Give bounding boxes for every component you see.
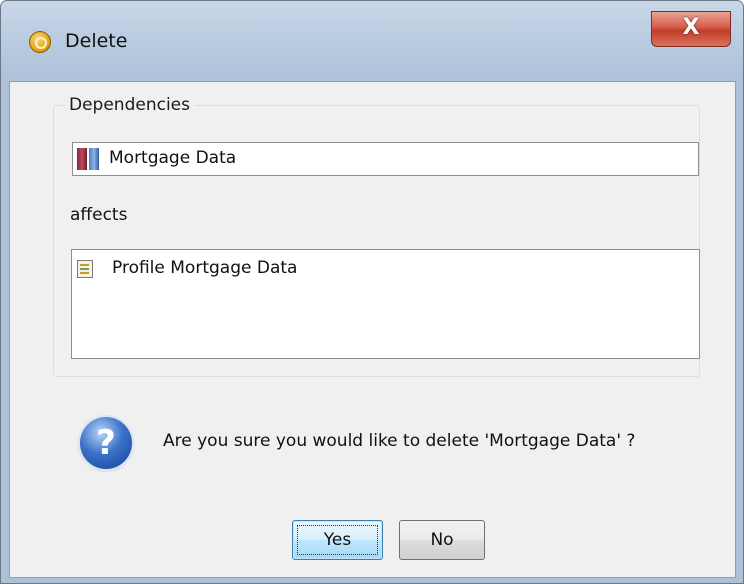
yes-button-label: Yes (323, 530, 352, 550)
question-icon: ? (80, 417, 132, 469)
affects-label: affects (70, 205, 128, 225)
delete-dialog-window: Delete X Dependencies Mortgage Data affe… (0, 0, 744, 584)
window-title: Delete (65, 30, 128, 52)
app-logo-icon (29, 31, 51, 53)
database-icon (77, 148, 101, 170)
title-bar[interactable]: Delete X (1, 1, 743, 81)
dependency-item-label: Mortgage Data (109, 148, 237, 168)
dependency-item-field: Mortgage Data (72, 142, 699, 176)
affected-items-list[interactable]: Profile Mortgage Data (71, 249, 700, 359)
no-button[interactable]: No (399, 520, 485, 560)
yes-button[interactable]: Yes (292, 520, 383, 560)
close-button[interactable]: X (651, 11, 731, 47)
confirm-message: Are you sure you would like to delete 'M… (163, 431, 636, 451)
dialog-body: Dependencies Mortgage Data affects Profi… (9, 81, 736, 578)
dependencies-group-label: Dependencies (65, 95, 194, 115)
profile-document-icon (77, 260, 93, 278)
list-item-label: Profile Mortgage Data (112, 258, 298, 278)
no-button-label: No (430, 530, 454, 550)
